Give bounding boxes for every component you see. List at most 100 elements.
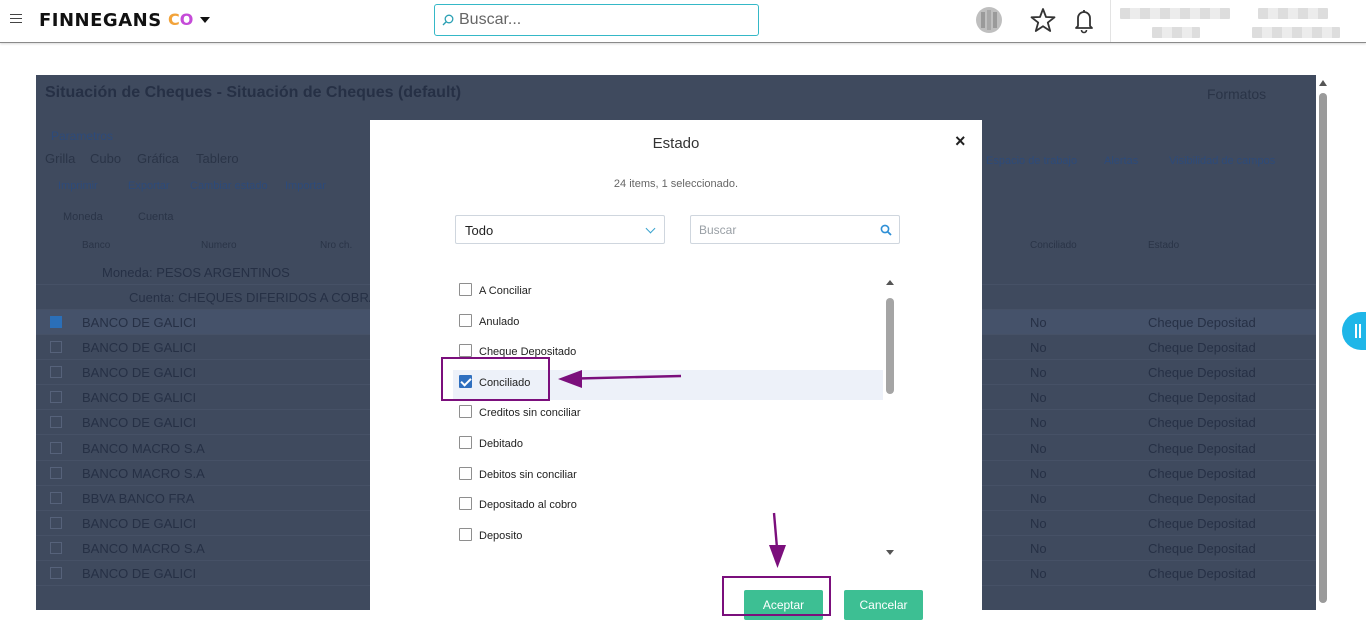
column-header-estado[interactable]: Estado: [1148, 240, 1179, 251]
close-icon[interactable]: ×: [955, 131, 966, 152]
option-checkbox[interactable]: [459, 466, 472, 480]
row-checkbox[interactable]: [50, 366, 62, 379]
brand-logo[interactable]: FINNEGANS: [39, 10, 162, 31]
params-link[interactable]: Parametros: [51, 129, 113, 143]
alerts-menu[interactable]: Alertas: [1104, 155, 1138, 167]
row-checkbox[interactable]: [50, 541, 62, 554]
option-label: Anulado: [479, 315, 520, 328]
top-bar: FINNEGANS CO: [0, 0, 1366, 43]
row-checkbox[interactable]: [50, 466, 62, 479]
chevron-down-icon[interactable]: [200, 17, 210, 23]
column-header-numero[interactable]: Numero: [201, 240, 237, 251]
cancel-button[interactable]: Cancelar: [844, 590, 923, 620]
row-checkbox[interactable]: [50, 516, 62, 529]
option-checkbox[interactable]: [459, 313, 472, 327]
cell-banco: BANCO DE GALICI: [82, 566, 197, 581]
cell-estado: Cheque Depositad: [1148, 415, 1256, 431]
report-title: Situación de Cheques - Situación de Cheq…: [45, 84, 462, 101]
formats-menu[interactable]: Formatos: [1207, 86, 1266, 102]
row-checkbox[interactable]: [50, 491, 62, 504]
scroll-up-icon[interactable]: [886, 280, 894, 285]
highlight-conciliado: [441, 357, 550, 401]
cell-conciliado: No: [1030, 440, 1047, 456]
cell-conciliado: No: [1030, 365, 1047, 381]
row-checkbox[interactable]: [50, 316, 62, 328]
chevron-down-icon: [645, 223, 656, 234]
column-header-conciliado[interactable]: Conciliado: [1030, 240, 1077, 251]
page-scrollbar[interactable]: [1316, 75, 1330, 610]
row-checkbox[interactable]: [50, 341, 62, 354]
fields-visibility-menu[interactable]: Visibilidad de campos: [1169, 155, 1275, 167]
search-icon[interactable]: [880, 224, 892, 236]
option-label: Depositado al cobro: [479, 499, 577, 512]
option-checkbox[interactable]: [459, 283, 472, 296]
option-checkbox[interactable]: [459, 497, 472, 511]
cell-banco: BANCO DE GALICI: [82, 390, 197, 406]
list-search-input[interactable]: [699, 221, 869, 239]
scroll-thumb[interactable]: [886, 298, 894, 394]
company-sub-redacted: [1252, 27, 1340, 38]
row-checkbox[interactable]: [50, 391, 62, 404]
side-panel-handle[interactable]: [1342, 312, 1366, 350]
workspace-menu[interactable]: Espacio de trabajo: [986, 155, 1077, 167]
cell-banco: BANCO DE GALICI: [82, 340, 197, 356]
tab-cube[interactable]: Cubo: [90, 151, 121, 166]
global-search-input[interactable]: [459, 9, 749, 31]
option-label: Debitos sin conciliar: [479, 468, 577, 481]
cell-conciliado: No: [1030, 566, 1047, 581]
option-item[interactable]: Deposito: [453, 523, 883, 553]
global-search[interactable]: [434, 4, 759, 36]
print-button[interactable]: Imprimir: [58, 180, 98, 192]
cell-estado: Cheque Depositad: [1148, 340, 1256, 356]
cell-conciliado: No: [1030, 540, 1047, 556]
tab-chart[interactable]: Gráfica: [137, 151, 179, 166]
row-checkbox[interactable]: [50, 567, 62, 579]
cell-conciliado: No: [1030, 340, 1047, 356]
cell-estado: Cheque Depositad: [1148, 315, 1256, 330]
tab-grid[interactable]: Grilla: [45, 151, 75, 166]
menu-icon[interactable]: [10, 14, 22, 24]
row-checkbox[interactable]: [50, 441, 62, 454]
option-item[interactable]: Anulado: [453, 309, 883, 339]
cell-estado: Cheque Depositad: [1148, 515, 1256, 531]
option-label: Debitado: [479, 438, 524, 450]
cell-estado: Cheque Depositad: [1148, 465, 1256, 481]
cell-banco: BANCO DE GALICI: [82, 315, 197, 330]
cell-banco: BANCO DE GALICI: [82, 415, 197, 431]
cell-estado: Cheque Depositad: [1148, 490, 1256, 506]
cell-banco: BANCO DE GALICI: [82, 365, 197, 381]
import-button[interactable]: Importar: [285, 180, 326, 192]
option-item[interactable]: A Conciliar: [453, 278, 883, 308]
list-search[interactable]: [690, 215, 900, 244]
star-icon[interactable]: [1029, 6, 1057, 34]
group-chip-cuenta[interactable]: Cuenta: [138, 211, 173, 223]
option-checkbox[interactable]: [459, 436, 472, 449]
column-header-banco[interactable]: Banco: [82, 240, 110, 251]
options-scrollbar[interactable]: [884, 278, 896, 558]
bell-icon[interactable]: [1070, 6, 1098, 34]
scroll-down-icon[interactable]: [886, 550, 894, 555]
option-checkbox[interactable]: [459, 344, 472, 358]
option-checkbox[interactable]: [459, 527, 472, 541]
group-chip-moneda[interactable]: Moneda: [63, 211, 103, 223]
row-checkbox[interactable]: [50, 416, 62, 429]
cell-conciliado: No: [1030, 515, 1047, 531]
option-item[interactable]: Depositado al cobro: [453, 492, 883, 522]
cell-conciliado: No: [1030, 465, 1047, 481]
export-button[interactable]: Exportar: [128, 180, 170, 192]
tab-board[interactable]: Tablero: [196, 151, 239, 166]
option-item[interactable]: Creditos sin conciliar: [453, 400, 883, 430]
option-item[interactable]: Debitado: [453, 431, 883, 461]
cell-banco: BANCO MACRO S.A: [82, 440, 205, 456]
filter-select[interactable]: Todo: [455, 215, 665, 244]
avatar-icon[interactable]: [975, 6, 1003, 34]
cell-banco: BANCO DE GALICI: [82, 515, 197, 531]
options-list: A Conciliar Anulado Cheque Depositado Conci…: [453, 278, 883, 560]
option-checkbox[interactable]: [459, 405, 472, 419]
cell-banco: BANCO MACRO S.A: [82, 540, 205, 556]
divider: [1110, 0, 1111, 42]
column-header-nro[interactable]: Nro ch.: [320, 240, 352, 251]
change-state-button[interactable]: Cambiar estado: [190, 180, 268, 192]
option-item[interactable]: Debitos sin conciliar: [453, 462, 883, 492]
modal-title: Estado: [652, 135, 700, 152]
